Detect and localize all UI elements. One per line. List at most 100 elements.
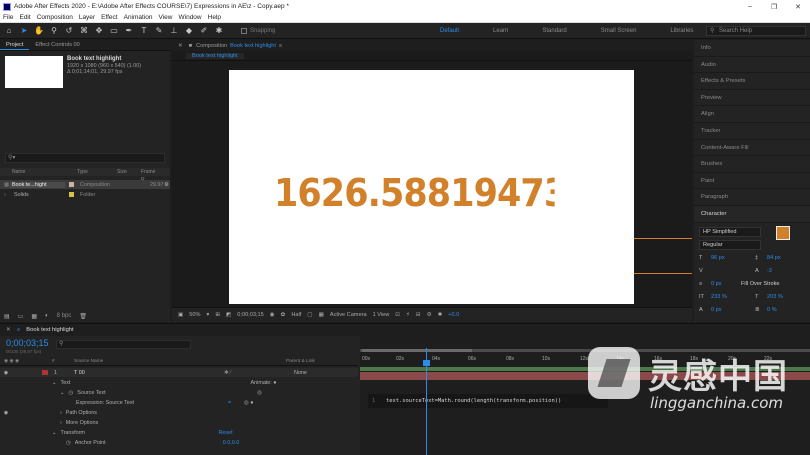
menu-effect[interactable]: Effect <box>101 14 118 21</box>
panel-align[interactable]: Align <box>694 106 810 123</box>
shape-tool-icon[interactable]: ▭ <box>108 25 120 37</box>
type-tool-icon[interactable]: T <box>138 25 150 37</box>
view-layout-select[interactable]: 1 View <box>373 312 390 318</box>
panel-paint[interactable]: Paint <box>694 173 810 190</box>
font-style-select[interactable]: Regular <box>699 239 761 250</box>
animate-menu[interactable]: Animate: ● <box>251 380 277 386</box>
puppet-tool-icon[interactable]: ✱ <box>213 25 225 37</box>
expand-arrow-icon[interactable]: › <box>0 192 10 198</box>
expand-arrow-icon[interactable]: › <box>60 410 62 416</box>
exposure-value[interactable]: +0.0 <box>448 312 459 318</box>
selection-tool-icon[interactable]: ➤ <box>18 25 30 37</box>
parent-select[interactable]: None <box>294 370 307 376</box>
stopwatch-icon[interactable]: ◷ <box>69 390 74 396</box>
workspace-default[interactable]: Default <box>440 28 459 34</box>
minimize-button[interactable]: – <box>738 3 762 10</box>
col-name[interactable]: Name <box>0 168 55 176</box>
tracking-value[interactable]: -2 <box>767 268 772 274</box>
list-item[interactable]: › Solids Folder <box>0 190 170 199</box>
col-source-name[interactable]: Source Name <box>74 358 286 365</box>
expand-arrow-icon[interactable]: ⌄ <box>52 430 57 436</box>
expression-row[interactable]: Expression: Source Text = ◎ ● <box>0 398 358 407</box>
col-size[interactable]: Size <box>105 168 131 176</box>
camera-select[interactable]: Active Camera <box>330 312 367 318</box>
stroke-mode-select[interactable]: Fill Over Stroke <box>741 281 780 287</box>
zoom-tool-icon[interactable]: ⚲ <box>48 25 60 37</box>
timeline-tab-name[interactable]: Book text highlight <box>26 327 73 333</box>
panel-tracker[interactable]: Tracker <box>694 123 810 140</box>
timeline-graph[interactable]: 00s 02s 04s 06s 08s 10s 12s 14s 16s 18s … <box>360 336 810 455</box>
brush-tool-icon[interactable]: ✎ <box>153 25 165 37</box>
menu-animation[interactable]: Animation <box>124 14 153 21</box>
fill-color-swatch[interactable] <box>776 226 790 240</box>
font-family-select[interactable]: HP Simplified <box>699 226 761 237</box>
panel-brushes[interactable]: Brushes <box>694 156 810 173</box>
workspace-libraries[interactable]: Libraries <box>670 28 693 34</box>
expression-pickwhip-icon[interactable]: ◎ <box>257 390 262 396</box>
region-of-interest-icon[interactable]: ▢ <box>307 312 312 318</box>
snapping-toggle[interactable]: Snapping <box>241 27 275 34</box>
expression-editor[interactable]: 1 text.sourceText=Math.round(length(tran… <box>368 394 608 408</box>
lock-icon[interactable]: ■ <box>189 43 192 49</box>
interpret-footage-icon[interactable]: ▤ <box>4 313 10 320</box>
expand-arrow-icon[interactable]: ⌄ <box>60 390 65 396</box>
stopwatch-icon[interactable]: ◷ <box>66 440 71 446</box>
workspace-standard[interactable]: Standard <box>542 28 566 34</box>
bpc-label[interactable]: 8 bpc <box>57 313 72 319</box>
color-settings-icon[interactable]: ◐ <box>45 313 49 319</box>
composition-tab-name[interactable]: Book text highlight <box>230 43 276 49</box>
property-row[interactable]: ⌄ ◷ Source Text ◎ <box>0 388 358 397</box>
pan-behind-tool-icon[interactable]: ✥ <box>93 25 105 37</box>
close-tab-icon[interactable]: ✕ <box>6 327 11 333</box>
always-preview-icon[interactable]: ▣ <box>178 312 183 318</box>
font-size-value[interactable]: 96 px <box>711 255 755 261</box>
timeline-icon[interactable]: ⊟ <box>416 312 421 318</box>
property-group-row[interactable]: › More Options <box>0 418 358 427</box>
rotate-tool-icon[interactable]: ↺ <box>63 25 75 37</box>
grid-icon[interactable]: ⊞ <box>215 312 220 318</box>
close-button[interactable]: ✕ <box>786 3 810 11</box>
menu-window[interactable]: Window <box>179 14 202 21</box>
panel-effects-presets[interactable]: Effects & Presets <box>694 73 810 90</box>
work-area-bar[interactable] <box>360 349 810 352</box>
work-area-range[interactable] <box>362 349 472 352</box>
expression-enable-toggle[interactable]: = <box>228 400 244 406</box>
playhead-handle[interactable] <box>423 360 430 366</box>
leading-value[interactable]: 84 px <box>767 255 781 261</box>
expression-graph-icon[interactable]: ◎ ● <box>244 400 253 406</box>
layer-row[interactable]: ◉ 1 T 00 ✱ ⁄ None <box>0 368 358 378</box>
snapping-checkbox[interactable] <box>241 27 247 34</box>
expand-arrow-icon[interactable]: › <box>60 420 62 426</box>
exposure-reset-icon[interactable]: ✱ <box>438 312 443 318</box>
tab-project[interactable]: Project <box>0 40 30 50</box>
expand-arrow-icon[interactable]: ⌄ <box>52 380 57 386</box>
snapshot-icon[interactable]: ◉ <box>270 312 275 318</box>
col-frame-rate[interactable]: Frame R... <box>131 168 161 183</box>
workspace-learn[interactable]: Learn <box>493 28 508 34</box>
composition-viewer[interactable]: 1626.5881947376 <box>172 61 692 307</box>
workspace-small-screen[interactable]: Small Screen <box>601 28 637 34</box>
canvas-text-layer[interactable]: 1626.5881947376 <box>274 171 555 217</box>
stroke-width-value[interactable]: 0 px <box>711 281 741 287</box>
show-channel-icon[interactable]: ✿ <box>281 312 286 318</box>
switches-icon[interactable]: ✱ ⁄ <box>224 370 294 376</box>
fast-previews-icon[interactable]: ⚡ <box>406 312 410 318</box>
panel-menu-icon[interactable]: ≡ <box>17 327 20 333</box>
clone-stamp-tool-icon[interactable]: ⊥ <box>168 25 180 37</box>
menu-edit[interactable]: Edit <box>19 14 30 21</box>
menu-view[interactable]: View <box>159 14 173 21</box>
maximize-button[interactable]: ❐ <box>762 3 786 11</box>
property-group-row[interactable]: ⌄ Transform Reset <box>0 428 358 437</box>
tsume-value[interactable]: 0 % <box>767 307 777 313</box>
close-tab-icon[interactable]: ✕ <box>178 43 183 49</box>
new-folder-icon[interactable]: ▭ <box>18 313 24 320</box>
comp-breadcrumb-item[interactable]: Book text highlight <box>186 53 244 59</box>
magnification-select[interactable]: 50% <box>189 312 200 318</box>
menu-layer[interactable]: Layer <box>79 14 95 21</box>
eraser-tool-icon[interactable]: ◆ <box>183 25 195 37</box>
list-item[interactable]: ▦ Book te...hight Composition 29.97 ⚙ <box>0 180 170 189</box>
panel-paragraph[interactable]: Paragraph <box>694 189 810 206</box>
transparency-grid-icon[interactable]: ▦ <box>319 312 324 318</box>
roto-brush-tool-icon[interactable]: ✐ <box>198 25 210 37</box>
resolution-select[interactable]: Half <box>291 312 301 318</box>
